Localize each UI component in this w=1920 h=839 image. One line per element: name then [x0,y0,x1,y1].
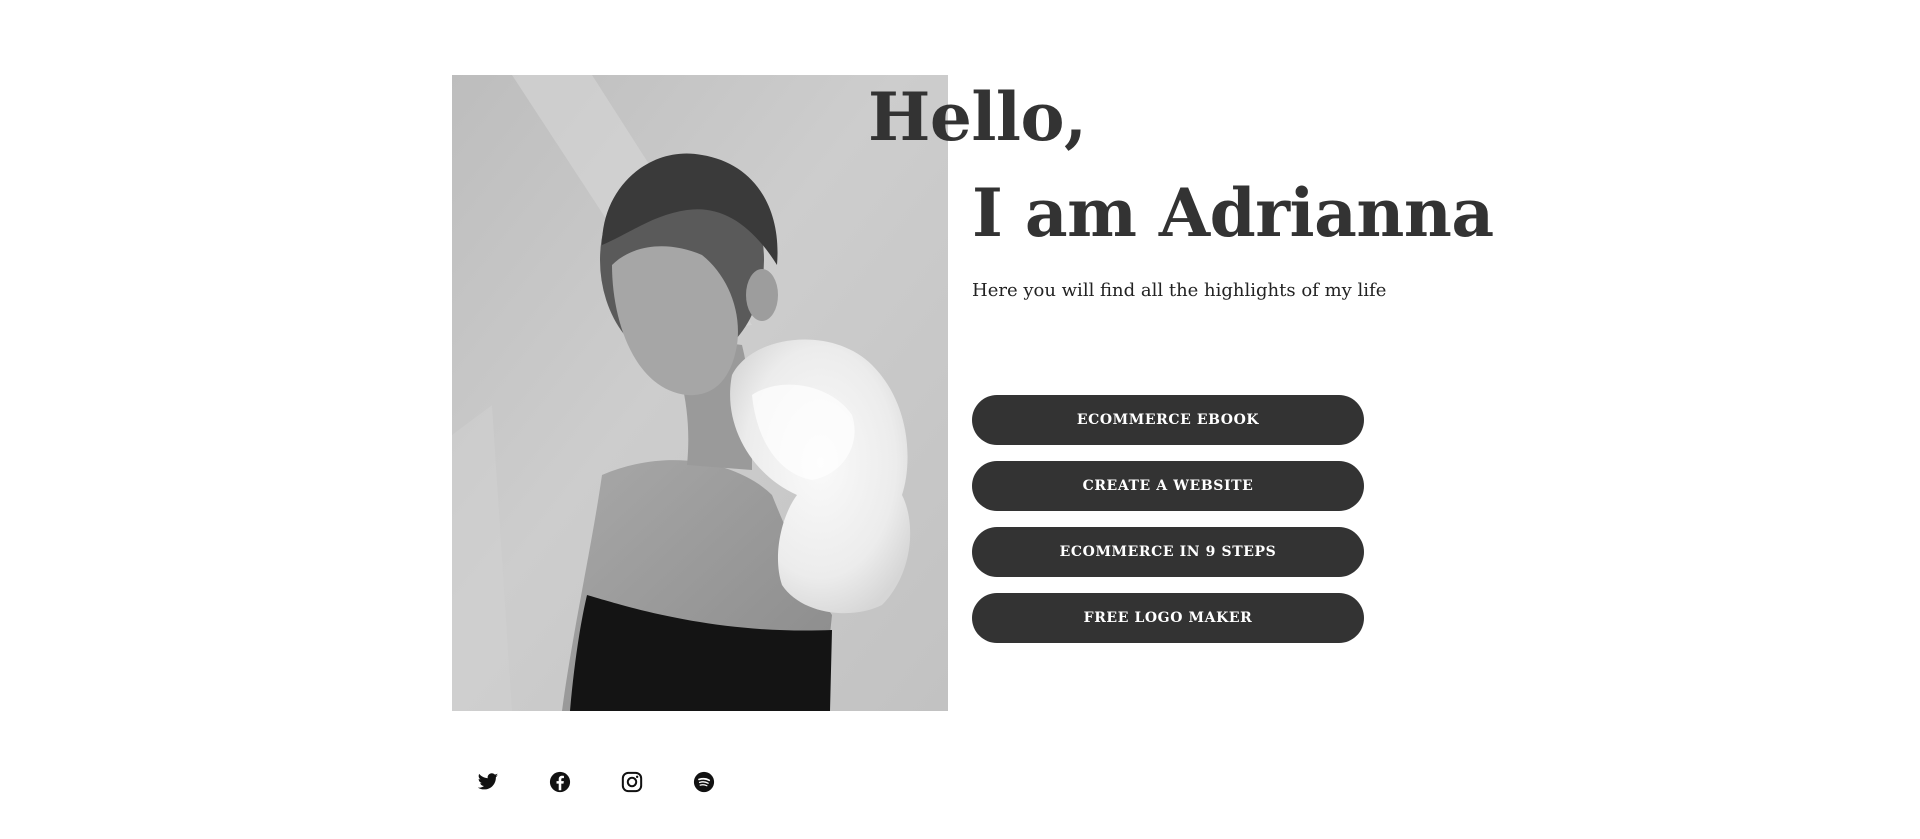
spotify-icon[interactable] [692,770,716,794]
name-heading: I am Adrianna [972,174,1494,252]
link-list: ECOMMERCE EBOOK CREATE A WEBSITE ECOMMER… [972,395,1364,659]
greeting-heading: Hello, [868,78,1087,156]
free-logo-maker-button[interactable]: FREE LOGO MAKER [972,593,1364,643]
twitter-icon[interactable] [476,770,500,794]
create-website-button[interactable]: CREATE A WEBSITE [972,461,1364,511]
portrait-photo [452,75,948,711]
ecommerce-ebook-button[interactable]: ECOMMERCE EBOOK [972,395,1364,445]
instagram-icon[interactable] [620,770,644,794]
facebook-icon[interactable] [548,770,572,794]
ecommerce-9-steps-button[interactable]: ECOMMERCE IN 9 STEPS [972,527,1364,577]
subtitle-text: Here you will find all the highlights of… [972,280,1387,301]
social-links [476,770,716,794]
